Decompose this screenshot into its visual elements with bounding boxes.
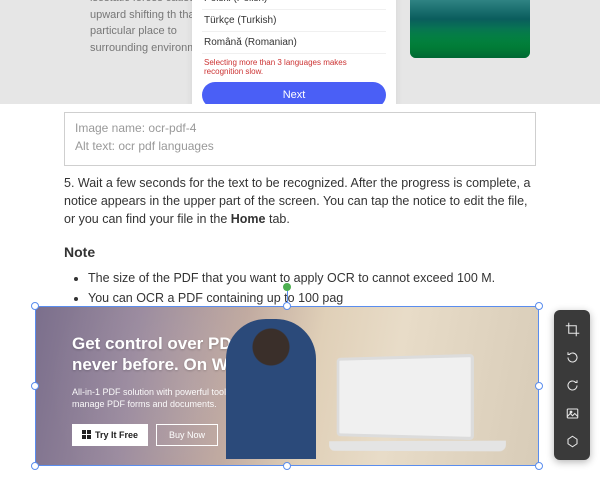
note-bullet: You can OCR a PDF containing up to 100 p… [88,289,536,307]
try-free-label: Try It Free [95,430,138,440]
more-options-icon[interactable] [557,428,587,454]
windows-icon [82,430,91,439]
image-name-label: Image name: [75,121,145,135]
note-bullet: The size of the PDF that you want to app… [88,269,536,287]
lang-option[interactable]: Polski (Polish) [202,0,386,10]
alt-text-label: Alt text: [75,139,115,153]
lang-option[interactable]: Türkçe (Turkish) [202,10,386,32]
note-bullets: The size of the PDF that you want to app… [64,269,536,307]
promo-banner: Get control over PDFs like never before.… [36,307,538,465]
alt-text-row: Alt text: ocr pdf languages [75,139,525,153]
rotation-handle[interactable] [283,283,291,291]
resize-handle-ml[interactable] [31,382,39,390]
resize-handle-mr[interactable] [535,382,543,390]
crop-icon[interactable] [557,316,587,342]
buy-now-button[interactable]: Buy Now [156,424,218,446]
phone-preview-area: isostatic forces cause move upward shift… [0,0,600,104]
image-name-row: Image name: ocr-pdf-4 [75,121,525,135]
rotate-left-icon[interactable] [557,344,587,370]
alt-text-value: ocr pdf languages [118,139,213,153]
lang-hint-text: Selecting more than 3 languages makes re… [202,54,386,82]
step5-text-b: tab. [266,212,290,226]
next-button[interactable]: Next [202,82,386,104]
illustration-person [226,319,316,459]
document-body: 5. Wait a few seconds for the text to be… [64,174,536,307]
resize-handle-tr[interactable] [535,302,543,310]
step-5: 5. Wait a few seconds for the text to be… [64,174,536,228]
try-free-button[interactable]: Try It Free [72,424,148,446]
rotate-right-icon[interactable] [557,372,587,398]
sample-photo [410,0,530,58]
image-edit-toolbar [554,310,590,460]
resize-handle-bm[interactable] [283,462,291,470]
image-metadata-box: Image name: ocr-pdf-4 Alt text: ocr pdf … [64,112,536,166]
resize-handle-tl[interactable] [31,302,39,310]
resize-handle-br[interactable] [535,462,543,470]
image-name-value: ocr-pdf-4 [148,121,196,135]
home-tab-ref: Home [231,212,266,226]
lang-option[interactable]: Română (Romanian) [202,32,386,54]
resize-handle-bl[interactable] [31,462,39,470]
resize-handle-tm[interactable] [283,302,291,310]
illustration-laptop [322,356,502,451]
note-heading: Note [64,242,536,262]
language-selector-card: Polski (Polish) Türkçe (Turkish) Română … [192,0,396,104]
replace-image-icon[interactable] [557,400,587,426]
step5-text-a: 5. Wait a few seconds for the text to be… [64,176,530,226]
selected-image[interactable]: Get control over PDFs like never before.… [36,307,538,465]
